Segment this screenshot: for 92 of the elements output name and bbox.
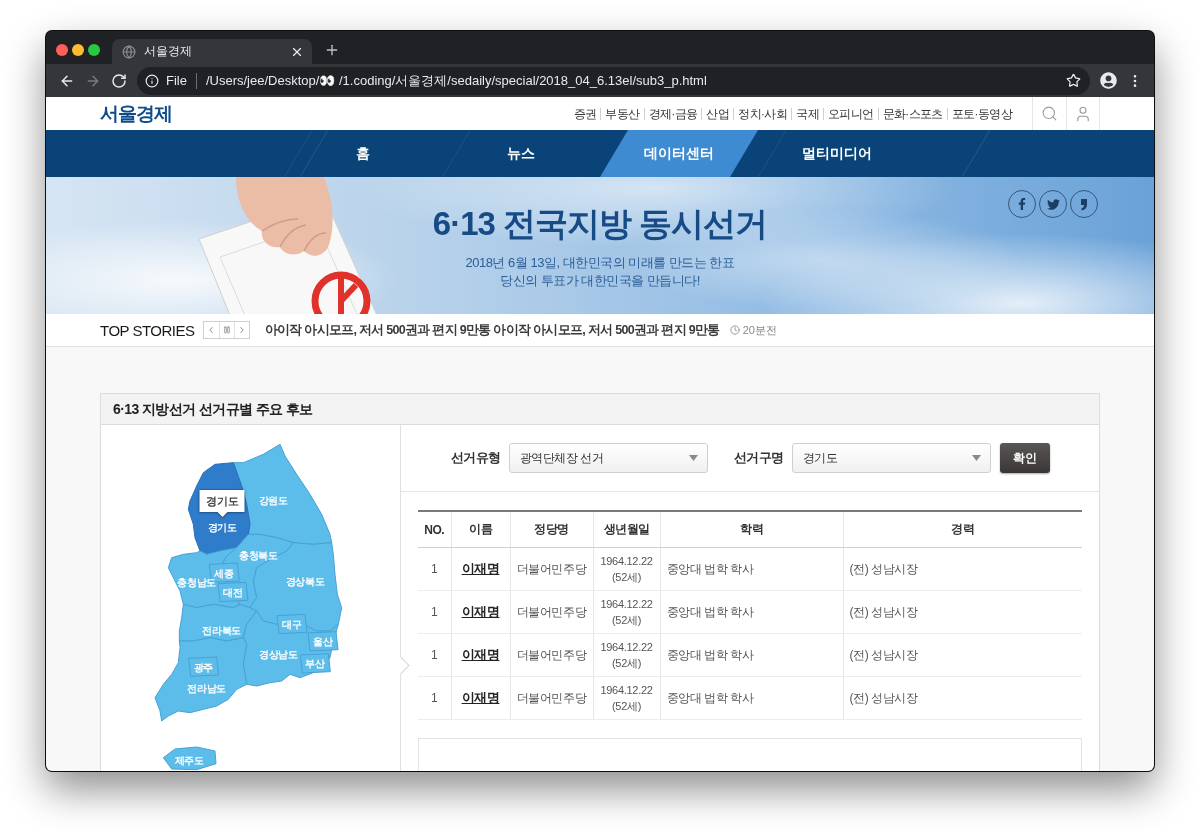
region-label: 경상남도 xyxy=(259,648,298,660)
region-label: 대전 xyxy=(223,586,243,598)
map-tooltip: 경기도 xyxy=(199,489,245,517)
column-header: 경력 xyxy=(843,511,1082,548)
map-region[interactable] xyxy=(154,637,248,722)
table-cell: 더불어민주당 xyxy=(510,547,593,591)
table-cell: 1 xyxy=(418,633,451,677)
table-cell: 1964.12.22 (52세) xyxy=(593,590,660,634)
map-region[interactable] xyxy=(188,656,220,677)
region-label: 광주 xyxy=(193,661,213,673)
table-cell: (전) 성남시장 xyxy=(843,633,1082,677)
banner-title: 6·13 전국지방 동시선거 xyxy=(432,205,768,243)
info-icon[interactable] xyxy=(145,73,159,88)
star-icon[interactable] xyxy=(1066,73,1081,88)
map-region[interactable] xyxy=(299,653,331,674)
table-cell: 더불어민주당 xyxy=(510,633,593,677)
candidate-name-link[interactable]: 이재명 xyxy=(461,691,500,705)
clock-icon xyxy=(729,325,740,335)
candidate-name-link[interactable]: 이재명 xyxy=(461,562,500,576)
table-cell: 중앙대 법학 학사 xyxy=(660,633,843,677)
reload-icon[interactable] xyxy=(111,72,127,89)
column-header: 정당명 xyxy=(510,511,593,548)
section-link[interactable]: 포토·동영상 xyxy=(946,107,1016,120)
table-cell: 더불어민주당 xyxy=(510,590,593,634)
region-label: 대구 xyxy=(282,618,302,630)
section-link[interactable]: 정치·사회 xyxy=(733,107,792,120)
region-label: 전라북도 xyxy=(202,624,241,636)
column-header: NO. xyxy=(418,511,451,548)
section-link[interactable]: 문화·스포츠 xyxy=(877,107,947,120)
time-label: 20분전 xyxy=(742,322,777,338)
select-field[interactable]: 경기도 xyxy=(791,443,991,473)
table-cell: 중앙대 법학 학사 xyxy=(660,590,843,634)
filter-label: 선거구명 xyxy=(733,449,784,467)
user-icon xyxy=(1074,104,1092,123)
table-cell: 중앙대 법학 학사 xyxy=(660,676,843,720)
region-label: 충청남도 xyxy=(177,576,216,588)
table-cell: (전) 성남시장 xyxy=(843,676,1082,720)
banner-subtitle: 2018년 6월 13일, 대한민국의 미래를 만드는 한표 xyxy=(465,254,735,272)
section-link[interactable]: 경제·금융 xyxy=(643,107,702,120)
map-region[interactable] xyxy=(276,613,308,635)
select-field[interactable]: 광역단체장 선거 xyxy=(508,443,708,473)
browser-tab[interactable]: 서울경제 xyxy=(112,39,312,64)
region-label: 세종 xyxy=(214,567,234,579)
region-label: 강원도 xyxy=(258,494,288,506)
table-cell: (전) 성남시장 xyxy=(843,547,1082,591)
column-header: 이름 xyxy=(451,511,510,548)
site-logo[interactable]: 서울경제 xyxy=(100,100,172,127)
address-bar[interactable]: File /Users/jee/Desktop/👀 /1.coding/서울경제/sedaily/special/2018_04_6.13el/sub3_p.html xyxy=(137,66,1090,95)
search-icon xyxy=(1041,105,1058,122)
filter-label: 선거유형 xyxy=(450,449,501,467)
caret-icon xyxy=(971,455,981,461)
column-header: 생년월일 xyxy=(593,511,660,548)
profile-icon[interactable] xyxy=(1100,72,1117,89)
section-link[interactable]: 증권 xyxy=(569,107,601,120)
table-cell: 중앙대 법학 학사 xyxy=(660,547,843,591)
headline-link[interactable]: 아이작 아시모프, 저서 500권과 편지 9만통 아이작 아시모프, 저서 500권과 편지 9만통 xyxy=(264,321,720,339)
section-link[interactable]: 국제 xyxy=(791,107,823,120)
table-cell: 1 xyxy=(418,676,451,720)
nav-tab[interactable]: 데이터센터 xyxy=(600,130,758,177)
user-button[interactable] xyxy=(1066,97,1100,130)
table-cell: 1964.12.22 (52세) xyxy=(593,547,660,591)
table-cell: 1964.12.22 (52세) xyxy=(593,676,660,720)
table-cell: 1 xyxy=(418,590,451,634)
region-label: 제주도 xyxy=(174,754,204,766)
region-label: 전라남도 xyxy=(187,682,226,694)
panel-title: 6·13 지방선거 선거규별 주요 후보 xyxy=(101,394,1099,425)
region-label: 경상북도 xyxy=(285,575,325,587)
section-link[interactable]: 산업 xyxy=(701,107,734,120)
banner-subtitle: 당신의 투표가 대한민국을 만듭니다! xyxy=(500,272,700,290)
globe-icon xyxy=(122,44,136,59)
window-close-icon[interactable] xyxy=(56,44,68,56)
table-cell: 1 xyxy=(418,547,451,591)
pause-icon xyxy=(222,326,231,334)
table-cell: (전) 성남시장 xyxy=(843,590,1082,634)
window-zoom-icon[interactable] xyxy=(88,44,100,56)
table-cell: 더불어민주당 xyxy=(510,676,593,720)
top-stories-heading: TOP STORIES xyxy=(100,321,195,339)
table-cell: 1964.12.22 (52세) xyxy=(593,633,660,677)
confirm-button[interactable]: 확인 xyxy=(999,443,1050,473)
file-label[interactable]: File xyxy=(166,73,187,88)
region-label: 울산 xyxy=(313,636,333,648)
candidate-name-link[interactable]: 이재명 xyxy=(461,605,500,619)
map-region[interactable] xyxy=(162,746,217,771)
region-label: 충청북도 xyxy=(239,549,278,561)
section-link[interactable]: 오피니언 xyxy=(822,107,878,120)
column-header: 학력 xyxy=(660,511,843,548)
region-label: 경기도 xyxy=(207,522,237,534)
window-minimize-icon[interactable] xyxy=(72,44,84,56)
candidate-name-link[interactable]: 이재명 xyxy=(461,648,500,662)
section-link[interactable]: 부동산 xyxy=(600,107,644,120)
caret-icon xyxy=(688,455,698,461)
region-label: 부산 xyxy=(305,658,325,670)
